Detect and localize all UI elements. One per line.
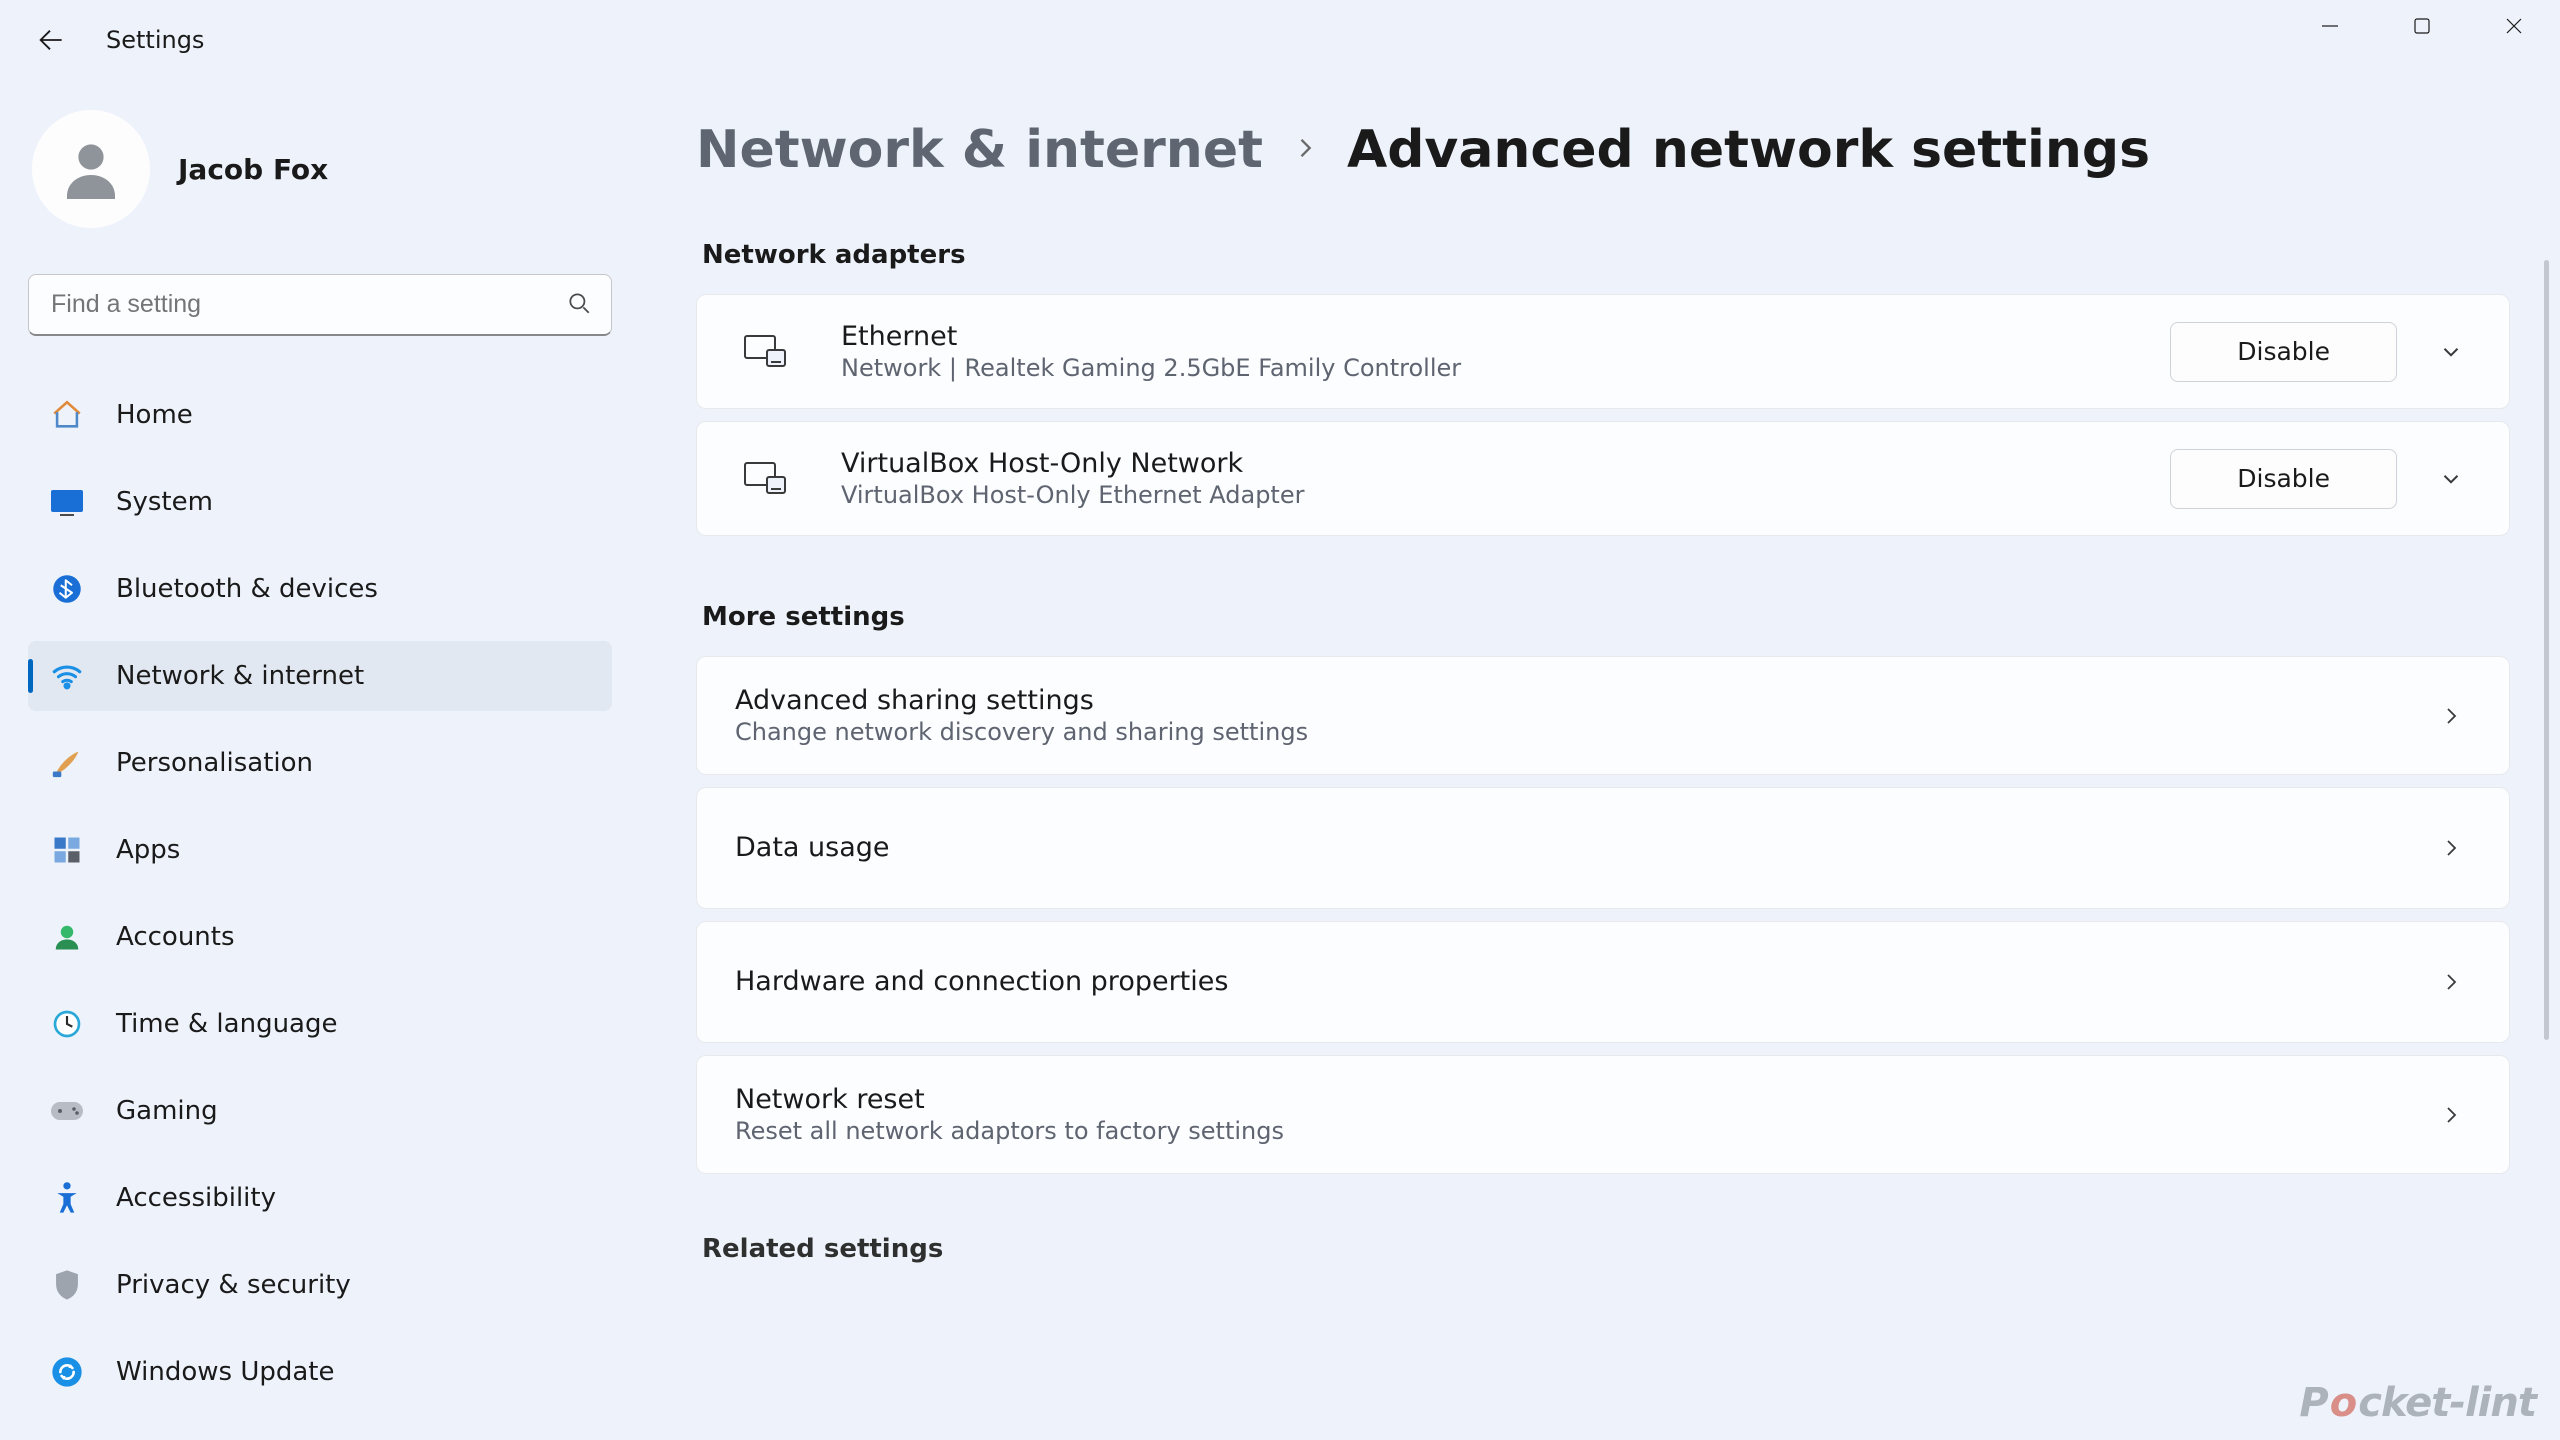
system-icon — [48, 483, 86, 521]
sidebar-item-home[interactable]: Home — [28, 380, 612, 450]
apps-icon — [48, 831, 86, 869]
gamepad-icon — [48, 1092, 86, 1130]
chevron-right-icon — [2431, 696, 2471, 736]
sidebar-item-label: Home — [116, 400, 193, 430]
adapter-desc: Network | Realtek Gaming 2.5GbE Family C… — [841, 354, 2170, 382]
user-name: Jacob Fox — [178, 153, 328, 186]
sidebar-item-label: Apps — [116, 835, 180, 865]
update-icon — [48, 1353, 86, 1391]
sidebar-item-label: Windows Update — [116, 1357, 335, 1387]
adapter-card: Ethernet Network | Realtek Gaming 2.5GbE… — [696, 294, 2510, 409]
section-heading-related: Related settings — [702, 1234, 2510, 1264]
sidebar-item-label: Accounts — [116, 922, 235, 952]
sidebar-item-label: System — [116, 487, 213, 517]
titlebar: Settings — [0, 0, 2560, 80]
sidebar-item-privacy[interactable]: Privacy & security — [28, 1250, 612, 1320]
maximize-icon — [2413, 17, 2431, 35]
sidebar-item-label: Personalisation — [116, 748, 313, 778]
sidebar-item-label: Time & language — [116, 1009, 337, 1039]
sidebar-item-label: Bluetooth & devices — [116, 574, 378, 604]
scrollbar[interactable] — [2538, 90, 2558, 1436]
close-button[interactable] — [2468, 0, 2560, 52]
main: Network & internet Advanced network sett… — [640, 80, 2560, 1440]
chevron-down-icon — [2438, 466, 2464, 492]
breadcrumb-current: Advanced network settings — [1347, 120, 2150, 180]
adapter-card: VirtualBox Host-Only Network VirtualBox … — [696, 421, 2510, 536]
setting-row-hardware[interactable]: Hardware and connection properties — [696, 921, 2510, 1043]
chevron-right-icon — [2431, 962, 2471, 1002]
expand-button[interactable] — [2431, 459, 2471, 499]
nav: Home System Bluetooth & devices Network … — [28, 380, 612, 1407]
chevron-right-icon — [2431, 828, 2471, 868]
adapter-name: VirtualBox Host-Only Network — [841, 448, 2170, 479]
sidebar-item-personalisation[interactable]: Personalisation — [28, 728, 612, 798]
sidebar-item-gaming[interactable]: Gaming — [28, 1076, 612, 1146]
search-icon — [566, 290, 592, 320]
user-row[interactable]: Jacob Fox — [28, 110, 612, 228]
sidebar-item-label: Accessibility — [116, 1183, 276, 1213]
ethernet-icon — [735, 332, 795, 372]
clock-icon — [48, 1005, 86, 1043]
sidebar-item-accounts[interactable]: Accounts — [28, 902, 612, 972]
breadcrumb-parent[interactable]: Network & internet — [696, 120, 1263, 180]
minimize-button[interactable] — [2284, 0, 2376, 52]
sidebar-item-label: Privacy & security — [116, 1270, 351, 1300]
search-wrap — [28, 274, 612, 336]
bluetooth-icon — [48, 570, 86, 608]
wifi-icon — [48, 657, 86, 695]
ethernet-icon — [735, 459, 795, 499]
setting-title: Data usage — [735, 832, 2431, 863]
sidebar-item-label: Gaming — [116, 1096, 218, 1126]
home-icon — [48, 396, 86, 434]
person-icon — [55, 133, 127, 205]
sidebar: Jacob Fox Home System Bluetooth & device… — [0, 80, 640, 1440]
avatar — [32, 110, 150, 228]
accessibility-icon — [48, 1179, 86, 1217]
setting-row-network-reset[interactable]: Network reset Reset all network adaptors… — [696, 1055, 2510, 1174]
sidebar-item-accessibility[interactable]: Accessibility — [28, 1163, 612, 1233]
section-heading-adapters: Network adapters — [702, 240, 2510, 270]
setting-sub: Change network discovery and sharing set… — [735, 718, 2431, 746]
sidebar-item-update[interactable]: Windows Update — [28, 1337, 612, 1407]
search-input[interactable] — [28, 274, 612, 336]
accounts-icon — [48, 918, 86, 956]
chevron-down-icon — [2438, 339, 2464, 365]
app-title: Settings — [106, 26, 204, 54]
sidebar-item-apps[interactable]: Apps — [28, 815, 612, 885]
setting-title: Hardware and connection properties — [735, 966, 2431, 997]
sidebar-item-label: Network & internet — [116, 661, 364, 691]
shield-icon — [48, 1266, 86, 1304]
sidebar-item-network[interactable]: Network & internet — [28, 641, 612, 711]
sidebar-item-system[interactable]: System — [28, 467, 612, 537]
expand-button[interactable] — [2431, 332, 2471, 372]
breadcrumb: Network & internet Advanced network sett… — [696, 120, 2510, 180]
chevron-right-icon — [1291, 134, 1319, 166]
adapter-desc: VirtualBox Host-Only Ethernet Adapter — [841, 481, 2170, 509]
scrollbar-thumb[interactable] — [2544, 260, 2549, 1040]
sidebar-item-bluetooth[interactable]: Bluetooth & devices — [28, 554, 612, 624]
adapter-name: Ethernet — [841, 321, 2170, 352]
brush-icon — [48, 744, 86, 782]
setting-title: Advanced sharing settings — [735, 685, 2431, 716]
setting-row-advanced-sharing[interactable]: Advanced sharing settings Change network… — [696, 656, 2510, 775]
arrow-left-icon — [36, 26, 64, 54]
window-controls — [2284, 0, 2560, 52]
sidebar-item-time[interactable]: Time & language — [28, 989, 612, 1059]
disable-button[interactable]: Disable — [2170, 322, 2397, 382]
setting-title: Network reset — [735, 1084, 2431, 1115]
setting-row-data-usage[interactable]: Data usage — [696, 787, 2510, 909]
watermark: Pocket-lint — [2299, 1380, 2536, 1426]
section-heading-more: More settings — [702, 602, 2510, 632]
setting-sub: Reset all network adaptors to factory se… — [735, 1117, 2431, 1145]
chevron-right-icon — [2431, 1095, 2471, 1135]
disable-button[interactable]: Disable — [2170, 449, 2397, 509]
minimize-icon — [2320, 16, 2340, 36]
close-icon — [2504, 16, 2524, 36]
maximize-button[interactable] — [2376, 0, 2468, 52]
back-button[interactable] — [28, 18, 72, 62]
